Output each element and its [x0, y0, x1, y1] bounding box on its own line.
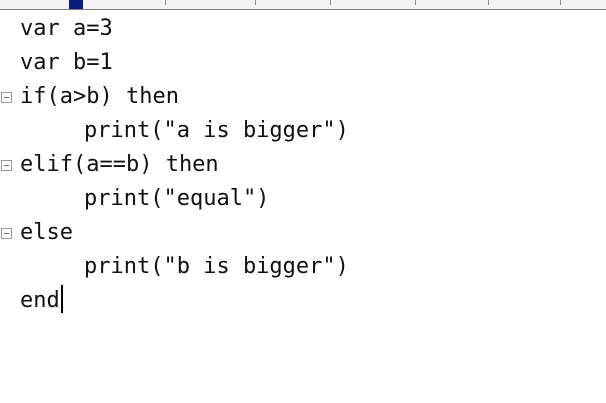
code-line-7[interactable]: else — [0, 216, 606, 250]
code-line-5[interactable]: elif(a==b) then — [0, 148, 606, 182]
code-line-text[interactable]: print("b is bigger") — [84, 250, 349, 284]
code-editor[interactable]: var a=3 var b=1 if(a>b) then print("a is… — [0, 0, 606, 403]
code-line-4[interactable]: print("a is bigger") — [0, 114, 606, 148]
code-line-8[interactable]: print("b is bigger") — [0, 250, 606, 284]
ruler-tick — [330, 0, 331, 5]
ruler-tick — [560, 0, 561, 5]
ruler-tick — [488, 0, 489, 5]
collapse-minus-icon[interactable] — [1, 92, 12, 103]
code-line-text[interactable]: end — [20, 284, 63, 318]
collapse-minus-icon[interactable] — [1, 160, 12, 171]
code-line-text[interactable]: var b=1 — [20, 46, 113, 80]
ruler-position-marker — [69, 0, 83, 9]
ruler-tick — [165, 0, 166, 5]
code-line-2[interactable]: var b=1 — [0, 46, 606, 80]
code-area[interactable]: var a=3 var b=1 if(a>b) then print("a is… — [0, 12, 606, 318]
code-line-3[interactable]: if(a>b) then — [0, 80, 606, 114]
code-line-text[interactable]: print("equal") — [84, 182, 269, 216]
collapse-minus-icon[interactable] — [1, 228, 12, 239]
ruler-tick — [415, 0, 416, 5]
code-line-6[interactable]: print("equal") — [0, 182, 606, 216]
code-line-text[interactable]: elif(a==b) then — [20, 148, 219, 182]
code-line-text[interactable]: else — [20, 216, 73, 250]
code-line-text[interactable]: print("a is bigger") — [84, 114, 349, 148]
code-line-1[interactable]: var a=3 — [0, 12, 606, 46]
code-line-content[interactable]: end — [20, 288, 60, 313]
editor-ruler — [0, 0, 606, 10]
code-line-text[interactable]: var a=3 — [20, 12, 113, 46]
ruler-tick — [255, 0, 256, 5]
code-line-text[interactable]: if(a>b) then — [20, 80, 179, 114]
code-line-9[interactable]: end — [0, 284, 606, 318]
text-cursor — [60, 285, 63, 313]
